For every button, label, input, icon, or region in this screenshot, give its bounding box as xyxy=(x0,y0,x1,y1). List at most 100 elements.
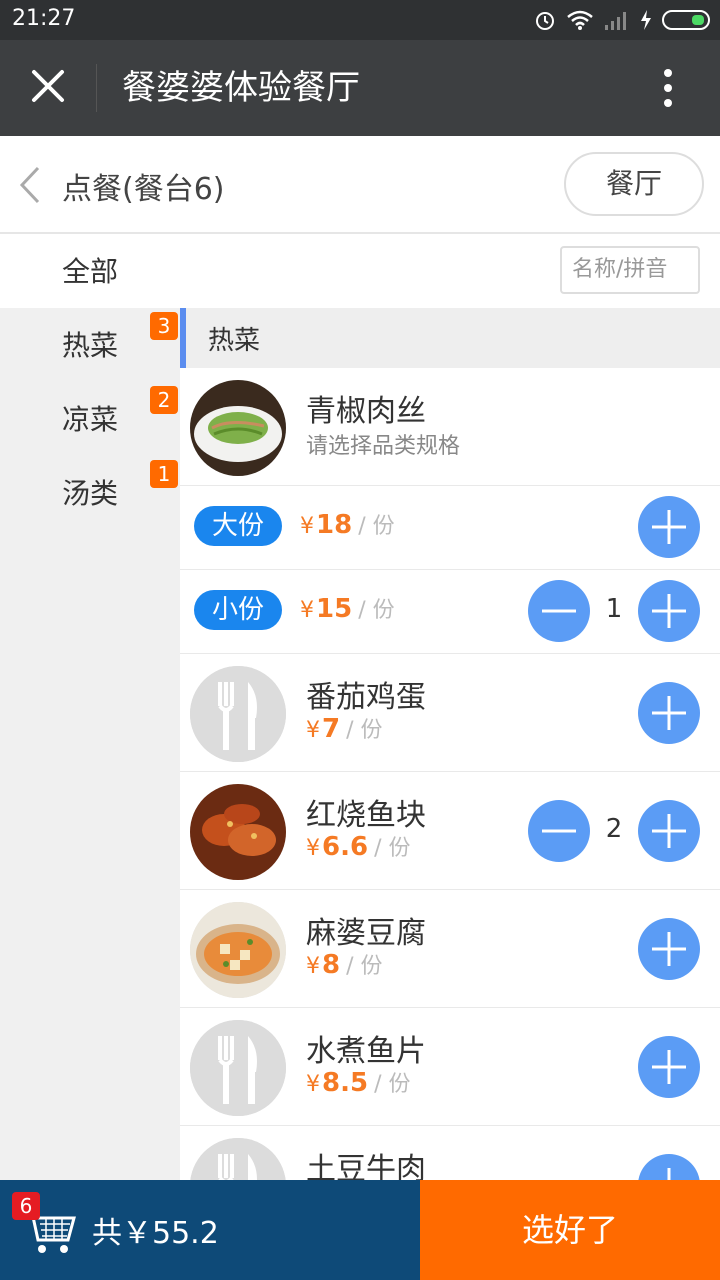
remove-button[interactable] xyxy=(528,800,590,862)
header-divider xyxy=(96,64,97,112)
filter-row: 全部 名称/拼音 xyxy=(0,234,720,308)
search-input[interactable]: 名称/拼音 xyxy=(560,246,700,294)
category-sidebar: 热菜 3 凉菜 2 汤类 1 xyxy=(0,308,180,1180)
add-button[interactable] xyxy=(638,580,700,642)
price-value: 6.6 xyxy=(322,832,369,862)
charging-icon xyxy=(641,10,651,30)
dish-price: ¥ 8 / 份 xyxy=(306,948,383,980)
restaurant-button[interactable]: 餐厅 xyxy=(564,152,704,216)
dish-name: 红烧鱼块 xyxy=(306,798,426,833)
price-unit: / 份 xyxy=(358,514,395,539)
category-item-hot[interactable]: 热菜 3 xyxy=(0,308,180,380)
price-unit: / 份 xyxy=(374,1072,411,1097)
close-icon[interactable] xyxy=(28,66,68,106)
plus-icon xyxy=(652,696,686,730)
add-button[interactable] xyxy=(638,1036,700,1098)
price-value: 8 xyxy=(322,950,341,980)
category-label: 汤类 xyxy=(62,477,119,510)
dish-photo xyxy=(190,380,286,476)
spec-row: 大份 ¥ 18 / 份 xyxy=(180,486,720,570)
dish-name: 水煮鱼片 xyxy=(306,1034,426,1069)
section-header: 热菜 xyxy=(180,308,720,368)
dish-item: 番茄鸡蛋 ¥ 7 / 份 xyxy=(180,654,720,772)
dish-photo xyxy=(190,902,286,998)
minus-icon xyxy=(542,829,576,833)
dish-price: ¥ 6.6 / 份 xyxy=(306,830,410,862)
price-value: 8.5 xyxy=(322,1068,369,1098)
battery-icon xyxy=(662,10,710,30)
dish-name: 番茄鸡蛋 xyxy=(306,680,426,715)
category-count-badge: 1 xyxy=(150,460,178,488)
currency-symbol: ¥ xyxy=(306,836,320,861)
dish-name: 青椒肉丝 xyxy=(306,394,426,429)
wifi-icon xyxy=(567,10,593,30)
cart-summary[interactable]: 6 共￥55.2 xyxy=(0,1180,420,1280)
sub-header: 点餐(餐台6) 餐厅 xyxy=(0,136,720,234)
spec-price: ¥ 15 / 份 xyxy=(300,592,395,624)
price-value: 15 xyxy=(316,594,353,624)
category-item-cold[interactable]: 凉菜 2 xyxy=(0,382,180,454)
plus-icon xyxy=(652,1050,686,1084)
dish-item: 红烧鱼块 ¥ 6.6 / 份 2 xyxy=(180,772,720,890)
category-label: 热菜 xyxy=(62,329,119,362)
dish-list: 热菜 青椒肉丝 请选择品类规格 大份 ¥ 18 / 份 小份 ¥ 15 / 份 … xyxy=(180,308,720,1180)
dish-photo xyxy=(190,784,286,880)
category-all[interactable]: 全部 xyxy=(62,250,118,290)
add-button[interactable] xyxy=(638,1154,700,1180)
price-unit: / 份 xyxy=(346,954,383,979)
placeholder-cutlery-icon xyxy=(190,1138,286,1180)
dish-name: 土豆牛肉 xyxy=(306,1152,426,1180)
category-item-soup[interactable]: 汤类 1 xyxy=(0,456,180,528)
quantity: 1 xyxy=(605,594,623,624)
cart-total: 共￥55.2 xyxy=(92,1216,219,1251)
app-header: 餐婆婆体验餐厅 xyxy=(0,40,720,136)
dish-item: 麻婆豆腐 ¥ 8 / 份 xyxy=(180,890,720,1008)
price-unit: / 份 xyxy=(358,598,395,623)
plus-icon xyxy=(652,594,686,628)
currency-symbol: ¥ xyxy=(300,598,314,623)
signal-icon xyxy=(605,12,626,30)
price-value: 18 xyxy=(316,510,353,540)
dish-item: 土豆牛肉 xyxy=(180,1126,720,1180)
status-time: 21:27 xyxy=(12,6,76,31)
currency-symbol: ¥ xyxy=(300,514,314,539)
plus-icon xyxy=(652,814,686,848)
back-arrow-icon[interactable] xyxy=(18,166,42,204)
spec-tag: 大份 xyxy=(194,506,282,546)
dish-price: ¥ 8.5 / 份 xyxy=(306,1066,410,1098)
add-button[interactable] xyxy=(638,496,700,558)
category-count-badge: 2 xyxy=(150,386,178,414)
dish-item: 水煮鱼片 ¥ 8.5 / 份 xyxy=(180,1008,720,1126)
app-title: 餐婆婆体验餐厅 xyxy=(122,68,360,108)
section-title: 热菜 xyxy=(208,326,261,356)
add-button[interactable] xyxy=(638,918,700,980)
price-unit: / 份 xyxy=(346,718,383,743)
submit-order-button[interactable]: 选好了 xyxy=(420,1180,720,1280)
dish-name: 麻婆豆腐 xyxy=(306,916,426,951)
dish-hint: 请选择品类规格 xyxy=(306,434,461,459)
plus-icon xyxy=(652,932,686,966)
more-menu-icon[interactable] xyxy=(662,68,674,108)
spec-tag: 小份 xyxy=(194,590,282,630)
bottom-bar: 6 共￥55.2 选好了 xyxy=(0,1180,720,1280)
spec-price: ¥ 18 / 份 xyxy=(300,508,395,540)
alarm-icon xyxy=(536,12,554,30)
add-button[interactable] xyxy=(638,800,700,862)
status-icons xyxy=(534,8,710,32)
price-unit: / 份 xyxy=(374,836,411,861)
category-label: 凉菜 xyxy=(62,403,119,436)
currency-symbol: ¥ xyxy=(306,954,320,979)
price-value: 7 xyxy=(322,714,341,744)
page-title: 点餐(餐台6) xyxy=(62,172,225,207)
dish-price: ¥ 7 / 份 xyxy=(306,712,383,744)
add-button[interactable] xyxy=(638,682,700,744)
category-count-badge: 3 xyxy=(150,312,178,340)
dish-item: 青椒肉丝 请选择品类规格 xyxy=(180,368,720,486)
currency-symbol: ¥ xyxy=(306,1072,320,1097)
spec-row: 小份 ¥ 15 / 份 1 xyxy=(180,570,720,654)
status-bar: 21:27 xyxy=(0,0,720,40)
currency-symbol: ¥ xyxy=(306,718,320,743)
minus-icon xyxy=(542,609,576,613)
remove-button[interactable] xyxy=(528,580,590,642)
plus-icon xyxy=(652,510,686,544)
